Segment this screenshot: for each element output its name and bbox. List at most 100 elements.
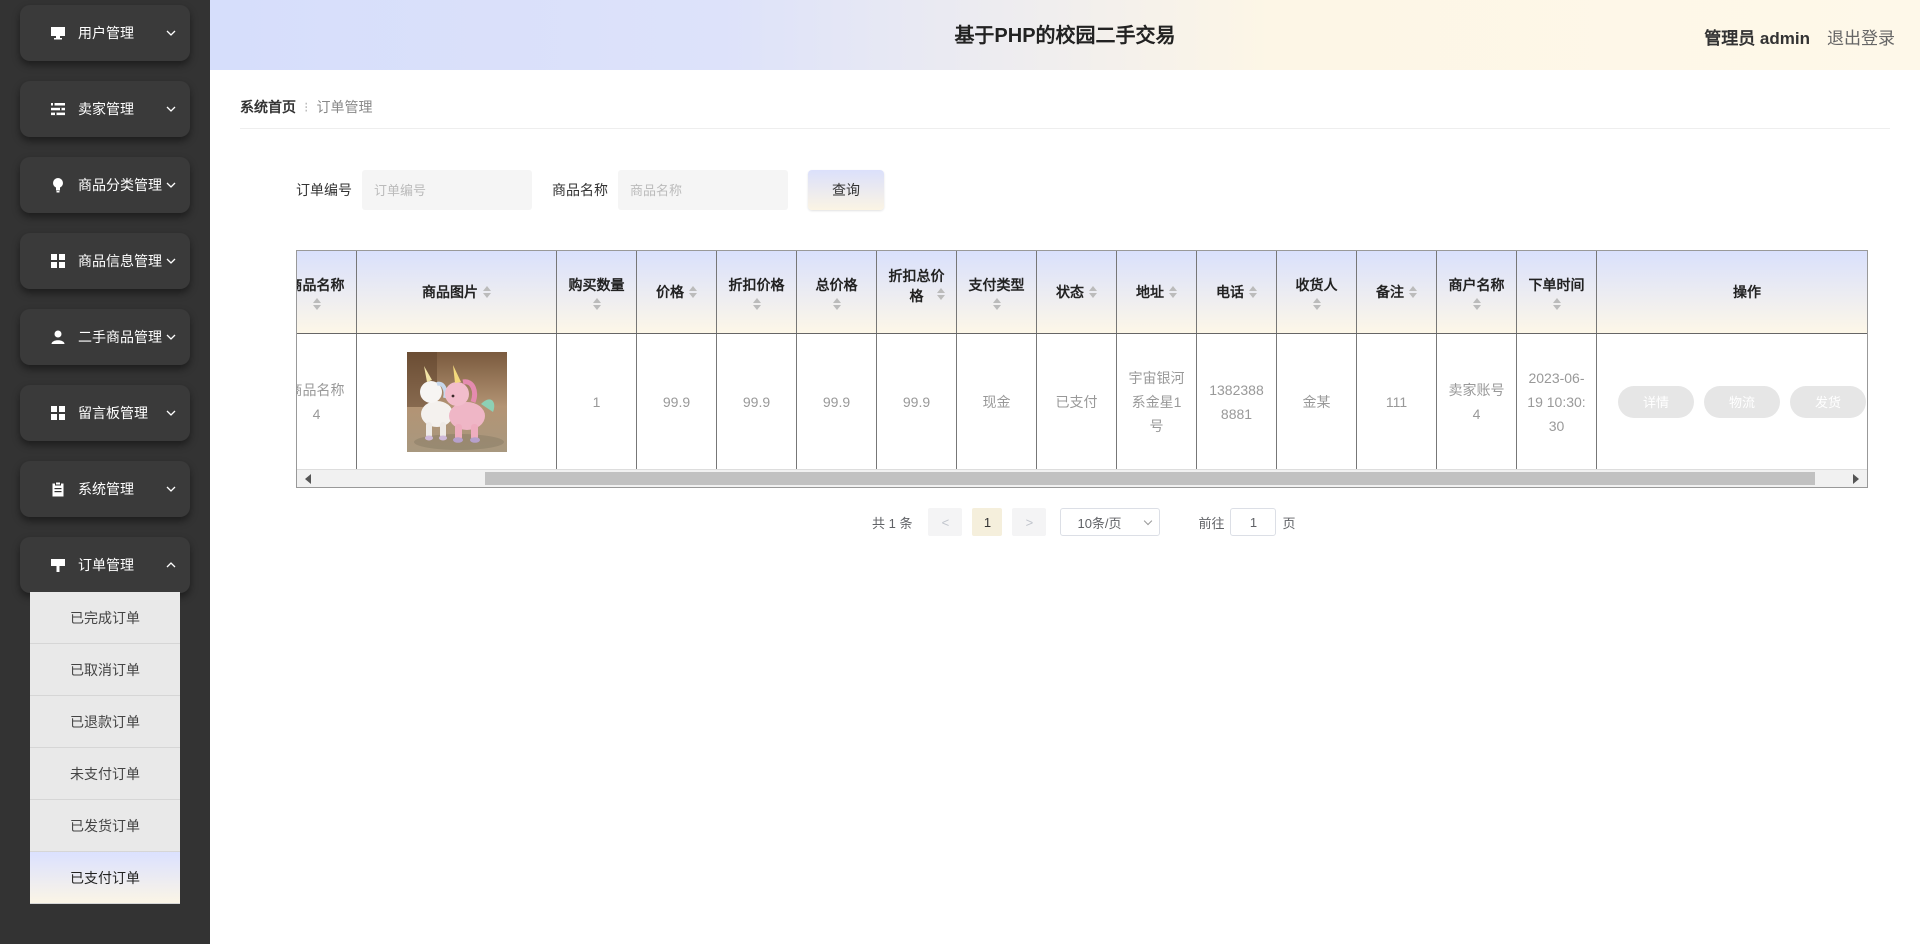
column-header-product-image[interactable]: 商品图片	[357, 251, 557, 333]
column-header-price[interactable]: 价格	[637, 251, 717, 333]
user-icon	[50, 329, 66, 345]
cell-address: 宇宙银河系金星1号	[1117, 334, 1197, 469]
sidebar-item-label: 留言板管理	[78, 405, 148, 421]
cell-discount-price: 99.9	[717, 334, 797, 469]
sort-icon[interactable]	[752, 297, 761, 310]
clipboard-icon	[50, 481, 66, 497]
column-header-status[interactable]: 状态	[1037, 251, 1117, 333]
sort-icon[interactable]	[1552, 297, 1561, 310]
list-icon	[50, 101, 66, 117]
sidebar-item-category-management[interactable]: 商品分类管理	[20, 157, 190, 213]
sidebar-item-message-board-management[interactable]: 留言板管理	[20, 385, 190, 441]
cell-pay-type: 现金	[957, 334, 1037, 469]
cell-total-price: 99.9	[797, 334, 877, 469]
sort-icon[interactable]	[592, 297, 601, 310]
breadcrumb: 系统首页 ⁝ 订单管理	[240, 97, 1890, 129]
horizontal-scrollbar[interactable]	[297, 469, 1867, 487]
chevron-down-icon	[1144, 516, 1153, 526]
page-number-1[interactable]: 1	[972, 508, 1003, 536]
cell-product-image	[357, 334, 557, 469]
sidebar-item-label: 用户管理	[78, 25, 134, 41]
column-header-remark[interactable]: 备注	[1357, 251, 1437, 333]
logistics-button[interactable]: 物流	[1704, 385, 1780, 418]
breadcrumb-current: 订单管理	[316, 99, 373, 115]
chevron-down-icon	[166, 256, 176, 266]
sort-icon[interactable]	[832, 297, 841, 310]
column-header-discount-total[interactable]: 折扣总价格	[877, 251, 957, 333]
sidebar-item-order-management[interactable]: 订单管理	[20, 537, 190, 593]
sidebar-item-system-management[interactable]: 系统管理	[20, 461, 190, 517]
sidebar-item-product-info-management[interactable]: 商品信息管理	[20, 233, 190, 289]
column-header-discount-price[interactable]: 折扣价格	[717, 251, 797, 333]
sort-icon[interactable]	[312, 297, 321, 310]
chevron-up-icon	[166, 560, 176, 570]
sort-icon[interactable]	[483, 286, 491, 298]
chevron-down-icon	[166, 104, 176, 114]
search-bar: 订单编号 商品名称 查询	[296, 170, 884, 210]
sort-icon[interactable]	[1409, 286, 1417, 298]
sidebar-item-secondhand-management[interactable]: 二手商品管理	[20, 309, 190, 365]
scroll-left-arrow-icon[interactable]	[305, 474, 311, 484]
cell-merchant: 卖家账号4	[1437, 334, 1517, 469]
order-no-input[interactable]	[362, 170, 532, 210]
sidebar-item-label: 商品分类管理	[78, 177, 162, 193]
sidebar-item-user-management[interactable]: 用户管理	[20, 5, 190, 61]
sort-icon[interactable]	[689, 286, 697, 298]
cell-actions: 详情 物流 发货	[1597, 334, 1867, 469]
column-header-product-name[interactable]: 商品名称	[297, 251, 357, 333]
app-title: 基于PHP的校园二手交易	[954, 25, 1176, 47]
cell-quantity: 1	[557, 334, 637, 469]
detail-button[interactable]: 详情	[1618, 385, 1694, 418]
sort-icon[interactable]	[992, 297, 1001, 310]
breadcrumb-home[interactable]: 系统首页	[240, 99, 296, 115]
pagination: 共 1 条 < 1 > 10条/页 前往 页	[872, 508, 1296, 536]
column-header-phone[interactable]: 电话	[1197, 251, 1277, 333]
sort-icon[interactable]	[937, 288, 945, 300]
sidebar-item-seller-management[interactable]: 卖家管理	[20, 81, 190, 137]
column-header-address[interactable]: 地址	[1117, 251, 1197, 333]
submenu-item-shipped-orders[interactable]: 已发货订单	[30, 800, 180, 852]
submenu-item-cancelled-orders[interactable]: 已取消订单	[30, 644, 180, 696]
submenu-item-refunded-orders[interactable]: 已退款订单	[30, 696, 180, 748]
scrollbar-thumb[interactable]	[485, 472, 1815, 485]
top-header: 基于PHP的校园二手交易 管理员 admin 退出登录	[210, 0, 1920, 70]
page-size-select[interactable]: 10条/页	[1060, 508, 1161, 536]
submenu-item-paid-orders[interactable]: 已支付订单	[30, 852, 180, 904]
chevron-down-icon	[166, 28, 176, 38]
sidebar-item-label: 卖家管理	[78, 101, 134, 117]
column-header-pay-type[interactable]: 支付类型	[957, 251, 1037, 333]
query-button[interactable]: 查询	[808, 170, 884, 210]
column-header-merchant[interactable]: 商户名称	[1437, 251, 1517, 333]
goto-label: 前往	[1198, 515, 1225, 531]
product-name-input[interactable]	[618, 170, 788, 210]
sidebar-item-label: 商品信息管理	[78, 253, 162, 269]
sidebar-item-label: 订单管理	[78, 557, 134, 573]
goto-page-input[interactable]	[1230, 508, 1277, 536]
sort-icon[interactable]	[1472, 297, 1481, 310]
ship-button[interactable]: 发货	[1790, 385, 1866, 418]
cell-receiver: 金某	[1277, 334, 1357, 469]
grid-icon	[50, 405, 66, 421]
grid-icon	[50, 253, 66, 269]
chevron-down-icon	[166, 484, 176, 494]
sort-icon[interactable]	[1089, 286, 1097, 298]
sort-icon[interactable]	[1169, 286, 1177, 298]
logout-link[interactable]: 退出登录	[1827, 24, 1895, 49]
column-header-order-time[interactable]: 下单时间	[1517, 251, 1597, 333]
monitor-icon	[50, 25, 66, 41]
sort-icon[interactable]	[1312, 297, 1321, 310]
column-header-receiver[interactable]: 收货人	[1277, 251, 1357, 333]
cell-discount-total: 99.9	[877, 334, 957, 469]
scroll-right-arrow-icon[interactable]	[1853, 474, 1859, 484]
cell-product-name: 商品名称4	[297, 334, 357, 469]
column-header-quantity[interactable]: 购买数量	[557, 251, 637, 333]
sort-icon[interactable]	[1249, 286, 1257, 298]
column-header-total-price[interactable]: 总价格	[797, 251, 877, 333]
table-row: 商品名称4	[297, 334, 1867, 469]
sidebar-item-label: 系统管理	[78, 481, 134, 497]
submenu-item-unpaid-orders[interactable]: 未支付订单	[30, 748, 180, 800]
column-header-actions: 操作	[1733, 284, 1761, 300]
next-page-button[interactable]: >	[1012, 508, 1047, 536]
prev-page-button[interactable]: <	[928, 508, 963, 536]
submenu-item-completed-orders[interactable]: 已完成订单	[30, 592, 180, 644]
